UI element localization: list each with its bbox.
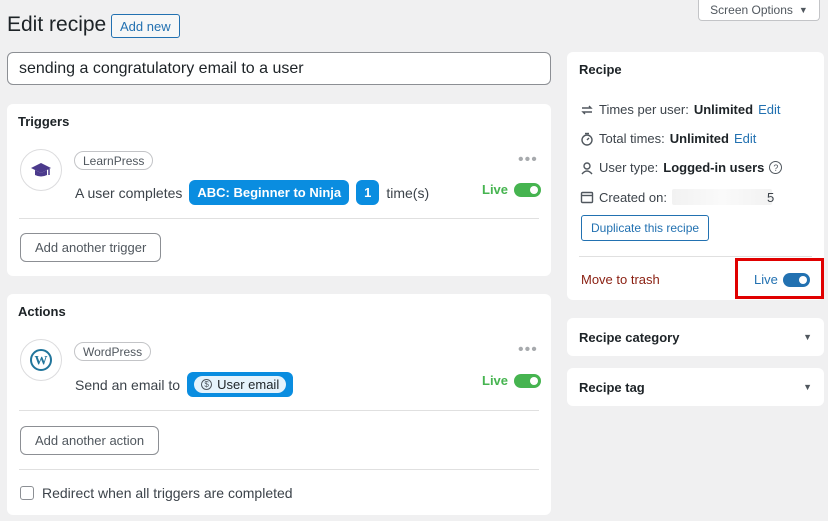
redirect-checkbox[interactable] [20, 486, 34, 500]
divider [19, 469, 539, 470]
screen-options-label: Screen Options [710, 2, 793, 17]
add-action-button[interactable]: Add another action [20, 426, 160, 455]
total-times-label: Total times: [599, 131, 665, 146]
stopwatch-icon [580, 132, 594, 146]
recipe-panel-title: Recipe [579, 62, 622, 77]
svg-text:W: W [35, 353, 48, 368]
add-new-button[interactable]: Add new [111, 14, 180, 38]
token-icon: $ [201, 379, 213, 390]
caret-down-icon: ▼ [803, 382, 812, 392]
total-times-row: Total times: Unlimited Edit [580, 131, 756, 146]
redirect-option[interactable]: Redirect when all triggers are completed [20, 485, 293, 501]
edit-total-times-link[interactable]: Edit [734, 131, 756, 146]
calendar-icon [580, 190, 594, 204]
user-type-value: Logged-in users [663, 160, 765, 175]
repeat-icon [580, 103, 594, 117]
times-per-user-label: Times per user: [599, 102, 689, 117]
actions-title: Actions [18, 304, 66, 319]
page-title: Edit recipe [7, 13, 107, 36]
times-per-user-value: Unlimited [693, 102, 754, 117]
created-on-row: Created on: 5 [580, 189, 774, 205]
recipe-tag-panel[interactable]: Recipe tag ▼ [567, 368, 824, 406]
toggle-switch[interactable] [514, 373, 542, 388]
screen-options-button[interactable]: Screen Options ▼ [698, 0, 820, 21]
recipe-title-input[interactable]: sending a congratulatory email to a user [7, 52, 551, 85]
toggle-switch[interactable] [514, 182, 542, 197]
recipient-token[interactable]: $ User email [187, 372, 294, 397]
edit-times-per-user-link[interactable]: Edit [758, 102, 780, 117]
times-per-user-row: Times per user: Unlimited Edit [580, 102, 780, 117]
action-sentence: Send an email to $ User email [75, 372, 294, 397]
highlight-box [735, 258, 824, 299]
divider [579, 256, 812, 257]
user-icon [580, 161, 594, 175]
integration-badge-learnpress: LearnPress [74, 151, 154, 170]
redacted-date [671, 189, 772, 205]
add-trigger-button[interactable]: Add another trigger [20, 233, 162, 262]
user-type-label: User type: [599, 160, 659, 175]
help-icon[interactable]: ? [769, 161, 783, 174]
user-type-row: User type: Logged-in users ? [580, 160, 783, 175]
integration-badge-wordpress: WordPress [74, 342, 152, 361]
created-on-label: Created on: [599, 189, 667, 205]
count-token[interactable]: 1 [356, 180, 380, 205]
redirect-label: Redirect when all triggers are completed [42, 485, 293, 501]
action-live-label: Live [482, 373, 509, 388]
caret-down-icon: ▼ [803, 332, 812, 342]
duplicate-recipe-button[interactable]: Duplicate this recipe [581, 215, 710, 241]
learnpress-icon [20, 149, 62, 191]
trigger-sentence: A user completes ABC: Beginner to Ninja … [75, 180, 429, 205]
triggers-panel: Triggers LearnPress A user completes ABC… [7, 104, 551, 276]
trigger-more-icon[interactable]: ••• [518, 151, 538, 169]
trigger-sentence-suffix: time(s) [386, 184, 430, 201]
wordpress-icon: W [20, 339, 62, 381]
caret-down-icon: ▼ [798, 4, 808, 15]
trigger-live-label: Live [482, 182, 509, 197]
recipe-category-title: Recipe category [579, 329, 680, 345]
triggers-title: Triggers [18, 114, 70, 129]
actions-panel: Actions W WordPress Send an email to $ U… [7, 294, 551, 515]
recipient-token-label: User email [217, 377, 280, 392]
course-token[interactable]: ABC: Beginner to Ninja [189, 180, 350, 205]
trigger-sentence-prefix: A user completes [75, 184, 183, 201]
divider [19, 410, 539, 411]
duplicate-recipe-label: Duplicate this recipe [591, 221, 700, 235]
action-sentence-prefix: Send an email to [75, 376, 181, 393]
recipe-category-panel[interactable]: Recipe category ▼ [567, 318, 824, 356]
created-on-fragment: 5 [766, 189, 775, 205]
divider [19, 218, 539, 219]
move-to-trash-link[interactable]: Move to trash [581, 272, 660, 287]
recipe-tag-title: Recipe tag [579, 379, 645, 395]
action-more-icon[interactable]: ••• [518, 341, 538, 359]
action-live-toggle[interactable]: Live [482, 373, 542, 388]
total-times-value: Unlimited [669, 131, 729, 146]
trigger-live-toggle[interactable]: Live [482, 182, 542, 197]
